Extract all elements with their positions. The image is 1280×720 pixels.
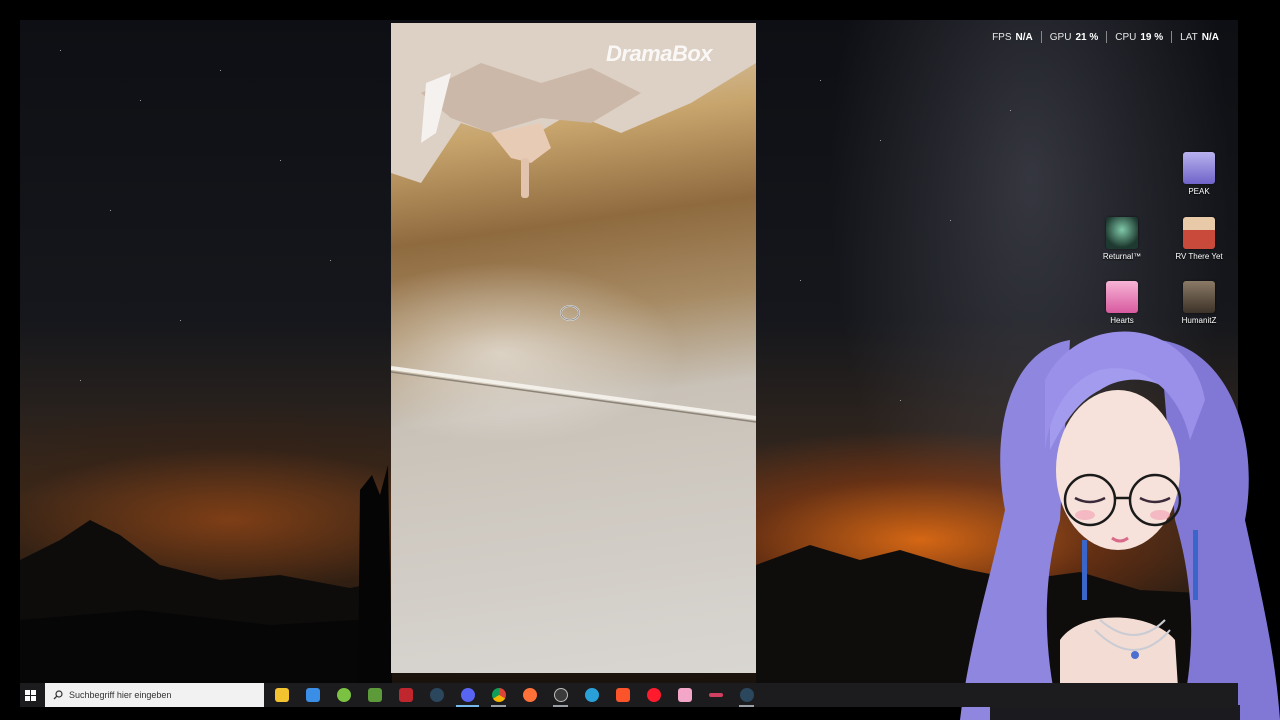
desktop-icon-hearts[interactable]: Hearts [1092, 281, 1152, 325]
taskbar-brave[interactable] [607, 683, 638, 707]
desktop-icon-returnal[interactable]: Returnal™ [1092, 217, 1152, 261]
steam-icon [429, 688, 444, 702]
streamer-icon [708, 693, 723, 697]
minecraft-icon [367, 688, 382, 702]
desktop-icon-rv-there-yet[interactable]: RV There Yet [1169, 217, 1229, 261]
taskbar-chrome[interactable] [483, 683, 514, 707]
vtube-icon [677, 688, 692, 702]
obs-icon [553, 688, 568, 702]
video-player-window[interactable]: DramaBox [391, 23, 756, 673]
taskbar-android-app[interactable] [328, 683, 359, 707]
peak-game-icon [1183, 152, 1215, 184]
hearts-game-icon [1106, 281, 1138, 313]
taskbar-steam-secondary[interactable] [731, 683, 762, 707]
taskbar-opera[interactable] [638, 683, 669, 707]
chrome-icon [491, 688, 506, 702]
android-icon [336, 688, 351, 702]
steam-icon [739, 688, 754, 702]
taskbar-obs-studio[interactable] [545, 683, 576, 707]
taskbar-streamer-app[interactable] [700, 683, 731, 707]
start-button[interactable] [20, 683, 40, 707]
taskbar: Suchbegriff hier eingeben [20, 683, 1238, 707]
search-placeholder: Suchbegriff hier eingeben [69, 690, 172, 700]
red-app-icon [398, 688, 413, 702]
taskbar-file-explorer[interactable] [266, 683, 297, 707]
performance-overlay: FPS N/A GPU 21 % CPU 19 % LAT N/A [984, 31, 1227, 43]
latency-readout: LAT N/A [1180, 31, 1219, 43]
taskbar-microsoft-store[interactable] [297, 683, 328, 707]
folder-icon [274, 688, 289, 702]
taskbar-discord[interactable] [452, 683, 483, 707]
taskbar-firefox[interactable] [514, 683, 545, 707]
store-icon [305, 688, 320, 702]
vtuber-avatar [960, 331, 1280, 720]
desktop-icon-humanitz[interactable]: HumanitZ [1169, 281, 1229, 325]
dramabox-watermark: DramaBox [606, 41, 713, 66]
edge-icon [584, 688, 599, 702]
ring-object [560, 305, 580, 321]
firefox-icon [522, 688, 537, 702]
desktop-icon-peak[interactable]: PEAK [1169, 152, 1229, 196]
video-frame-table-edge [391, 366, 756, 423]
windows-logo-icon [24, 689, 36, 701]
taskbar-vtube-app[interactable] [669, 683, 700, 707]
taskbar-minecraft[interactable] [359, 683, 390, 707]
taskbar-obs-source-app[interactable] [390, 683, 421, 707]
returnal-game-icon [1106, 217, 1138, 249]
brave-icon [615, 688, 630, 702]
fps-readout: FPS N/A [992, 31, 1033, 43]
discord-icon [460, 688, 475, 702]
gpu-readout: GPU 21 % [1049, 31, 1099, 43]
rv-there-yet-game-icon [1183, 217, 1215, 249]
cpu-readout: CPU 19 % [1115, 31, 1164, 43]
humanitz-game-icon [1183, 281, 1215, 313]
opera-icon [646, 688, 661, 702]
taskbar-steam[interactable] [421, 683, 452, 707]
taskbar-search-input[interactable]: Suchbegriff hier eingeben [45, 683, 264, 707]
search-icon [53, 690, 63, 700]
taskbar-edge-app[interactable] [576, 683, 607, 707]
